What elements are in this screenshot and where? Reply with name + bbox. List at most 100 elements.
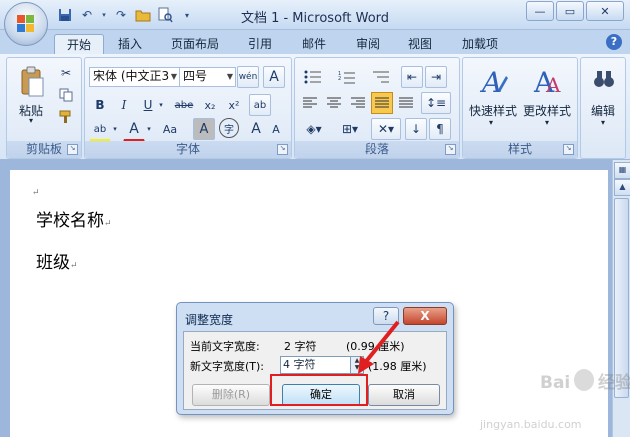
svg-text:2: 2 — [338, 76, 341, 82]
paragraph-mark: ↵ — [32, 188, 40, 198]
subscript-button[interactable]: x₂ — [199, 94, 221, 116]
multilevel-list-icon[interactable] — [367, 66, 395, 88]
styles-group: A 快速样式 AA 更改样式 ▾ ▾ 样式 ↘ — [462, 57, 578, 159]
chinese-layout-icon[interactable]: ✕▾ — [371, 118, 401, 140]
bold-button[interactable]: B — [89, 94, 111, 116]
watermark-logo: Bai 经验 jingyan.baidu.com — [479, 369, 630, 431]
delete-button[interactable]: 删除(R) — [192, 384, 270, 406]
font-size-combo[interactable]: 四号 ▼ — [179, 67, 236, 87]
highlight-dropdown-icon[interactable]: ▾ — [109, 118, 121, 140]
tab-insert[interactable]: 插入 — [108, 34, 152, 54]
title-bar: ↶ ▾ ↷ ▾ 文档 1 - Microsoft Word — ▭ ✕ — [0, 0, 630, 30]
change-styles-icon[interactable]: AA — [529, 64, 567, 100]
clipboard-launcher-icon[interactable]: ↘ — [67, 144, 78, 155]
minimize-button[interactable]: — — [526, 1, 554, 21]
font-color-dropdown-icon[interactable]: ▾ — [143, 118, 155, 140]
red-arrow-icon — [358, 320, 400, 374]
editing-button[interactable]: 编辑 — [583, 102, 623, 119]
clipboard-group: 粘贴 ▾ ✂ 剪贴板 ↘ — [6, 57, 82, 159]
bullets-icon[interactable] — [299, 66, 327, 88]
scroll-up-icon[interactable]: ▲ — [614, 179, 630, 196]
ribbon: 粘贴 ▾ ✂ 剪贴板 ↘ 宋体 (中文正3 ▼ 四号 ▼ wén A B I U… — [0, 54, 630, 160]
align-center-icon[interactable] — [323, 92, 345, 114]
numbering-icon[interactable]: 12 — [333, 66, 361, 88]
tab-page-layout[interactable]: 页面布局 — [160, 34, 230, 54]
font-size-value: 四号 — [183, 69, 208, 83]
change-case-button[interactable]: Aa — [157, 118, 183, 140]
align-right-icon[interactable] — [347, 92, 369, 114]
decrease-indent-icon[interactable]: ⇤ — [401, 66, 423, 88]
justify-icon[interactable] — [371, 92, 393, 114]
office-button[interactable] — [4, 2, 48, 46]
paragraph-school-name[interactable]: 学校名称↵ — [36, 206, 112, 231]
maximize-button[interactable]: ▭ — [556, 1, 584, 21]
copy-icon[interactable] — [55, 84, 77, 106]
quick-styles-button[interactable]: 快速样式 — [465, 102, 521, 119]
change-styles-button[interactable]: 更改样式 — [519, 102, 575, 119]
paragraph-launcher-icon[interactable]: ↘ — [445, 144, 456, 155]
binoculars-icon[interactable] — [591, 66, 617, 92]
tab-mailings[interactable]: 邮件 — [292, 34, 336, 54]
strikethrough-button[interactable]: abe — [171, 94, 197, 116]
office-logo-icon — [17, 15, 35, 33]
paste-icon[interactable] — [17, 64, 47, 100]
new-width-label: 新文字宽度(T): — [190, 360, 265, 373]
paragraph-group: 12 ⇤ ⇥ ↕≡ ◈▾ ⊞▾ ✕▾ ↓ ¶ 段落 ↘ — [294, 57, 460, 159]
highlight-button[interactable]: ab — [89, 118, 111, 142]
line-spacing-icon[interactable]: ↕≡ — [421, 92, 451, 114]
font-name-value: 宋体 (中文正3 — [93, 69, 170, 83]
close-button[interactable]: ✕ — [586, 1, 624, 21]
align-left-icon[interactable] — [299, 92, 321, 114]
svg-text:A: A — [545, 73, 561, 97]
enclose-characters-button[interactable]: 字 — [219, 118, 239, 138]
font-color-button[interactable]: A — [123, 118, 145, 142]
window-controls: — ▭ ✕ — [526, 1, 624, 21]
char-border-button[interactable]: A — [263, 66, 285, 88]
paste-dropdown-icon[interactable]: ▾ — [15, 116, 47, 125]
distributed-icon[interactable] — [395, 92, 417, 114]
styles-launcher-icon[interactable]: ↘ — [563, 144, 574, 155]
underline-dropdown-icon[interactable]: ▾ — [155, 94, 167, 116]
tab-review[interactable]: 审阅 — [346, 34, 390, 54]
sort-icon[interactable]: ↓ — [405, 118, 427, 140]
editing-dropdown-icon[interactable]: ▾ — [593, 118, 613, 127]
tab-addins[interactable]: 加载项 — [452, 34, 508, 54]
change-styles-dropdown-icon[interactable]: ▾ — [537, 118, 557, 127]
styles-group-label: 样式 — [463, 141, 577, 158]
font-size-dropdown-icon: ▼ — [226, 72, 233, 81]
italic-button[interactable]: I — [113, 94, 135, 116]
superscript-button[interactable]: x² — [223, 94, 245, 116]
font-launcher-icon[interactable]: ↘ — [277, 144, 288, 155]
ruler-toggle-icon[interactable]: ▦ — [614, 162, 630, 179]
new-width-input[interactable]: 4 字符 — [280, 356, 354, 374]
tab-home[interactable]: 开始 — [54, 34, 104, 55]
shrink-font-button[interactable]: A — [265, 118, 287, 140]
font-group: 宋体 (中文正3 ▼ 四号 ▼ wén A B I U ▾ abe x₂ x² … — [84, 57, 292, 159]
paragraph-class[interactable]: 班级↵ — [36, 248, 78, 273]
tab-references[interactable]: 引用 — [238, 34, 282, 54]
svg-text:经验: 经验 — [598, 372, 630, 393]
shading-icon[interactable]: ◈▾ — [299, 118, 329, 140]
cut-icon[interactable]: ✂ — [55, 62, 77, 84]
font-group-label: 字体 — [85, 141, 291, 158]
quick-styles-icon[interactable]: A — [475, 64, 513, 100]
paragraph-group-label: 段落 — [295, 141, 459, 158]
editing-group: 编辑 ▾ — [580, 57, 626, 159]
char-shading-button[interactable]: A — [193, 118, 215, 140]
phonetic-guide-button[interactable]: wén — [237, 66, 259, 88]
current-width-value: 2 字符 — [284, 340, 317, 353]
svg-text:jingyan.baidu.com: jingyan.baidu.com — [479, 418, 582, 431]
help-icon[interactable]: ? — [606, 34, 622, 50]
borders-icon[interactable]: ⊞▾ — [335, 118, 365, 140]
svg-text:Bai: Bai — [540, 373, 570, 393]
increase-indent-icon[interactable]: ⇥ — [425, 66, 447, 88]
format-painter-icon[interactable] — [55, 106, 77, 128]
grow-font-button[interactable]: A — [245, 118, 267, 140]
clear-formatting-button[interactable]: ab — [249, 94, 271, 116]
tab-view[interactable]: 视图 — [398, 34, 442, 54]
quick-styles-dropdown-icon[interactable]: ▾ — [481, 118, 501, 127]
show-marks-icon[interactable]: ¶ — [429, 118, 451, 140]
current-width-label: 当前文字宽度: — [190, 340, 260, 353]
cancel-button[interactable]: 取消 — [368, 384, 440, 406]
font-name-combo[interactable]: 宋体 (中文正3 ▼ — [89, 67, 180, 87]
